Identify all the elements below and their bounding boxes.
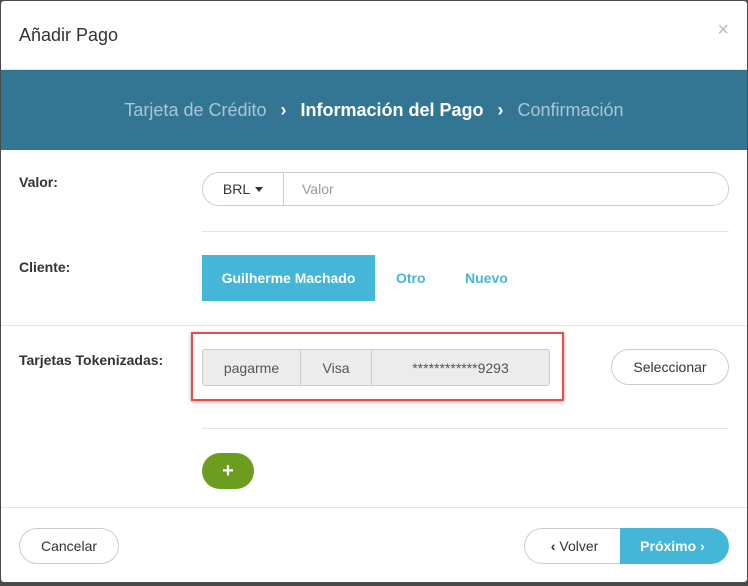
cancel-button[interactable]: Cancelar bbox=[19, 528, 119, 564]
divider bbox=[202, 428, 729, 429]
step-confirmation: Confirmación bbox=[517, 99, 624, 120]
currency-dropdown[interactable]: BRL bbox=[203, 173, 284, 205]
chevron-right-icon: › bbox=[497, 99, 504, 120]
step-payment-info: Información del Pago bbox=[300, 99, 484, 120]
highlight-box bbox=[191, 332, 564, 401]
valor-input[interactable] bbox=[284, 173, 728, 205]
client-selected-button[interactable]: Guilherme Machado bbox=[202, 255, 375, 301]
add-payment-modal: Añadir Pago × Tarjeta de Crédito › Infor… bbox=[1, 1, 747, 582]
wizard-steps: Tarjeta de Crédito › Información del Pag… bbox=[1, 70, 747, 150]
chevron-right-icon: › bbox=[280, 99, 287, 120]
back-button[interactable]: ‹ Volver bbox=[524, 528, 620, 564]
select-card-button[interactable]: Seleccionar bbox=[611, 349, 729, 385]
client-otro-link[interactable]: Otro bbox=[396, 255, 426, 301]
divider bbox=[202, 231, 729, 232]
currency-value: BRL bbox=[222, 181, 251, 197]
divider bbox=[1, 325, 747, 326]
chevron-right-icon: › bbox=[700, 538, 705, 554]
modal-title: Añadir Pago bbox=[19, 25, 119, 45]
next-label: Próximo bbox=[640, 538, 697, 554]
client-nuevo-link[interactable]: Nuevo bbox=[465, 255, 508, 301]
modal-header: Añadir Pago × bbox=[1, 1, 747, 70]
next-button[interactable]: Próximo › bbox=[620, 528, 729, 564]
background-overlay bbox=[0, 582, 748, 586]
plus-icon: + bbox=[222, 459, 234, 482]
valor-label: Valor: bbox=[19, 174, 58, 190]
add-card-button[interactable]: + bbox=[202, 453, 254, 489]
chevron-left-icon: ‹ bbox=[550, 538, 556, 554]
step-credit-card: Tarjeta de Crédito bbox=[124, 99, 267, 120]
valor-input-group: BRL bbox=[202, 172, 729, 206]
close-icon[interactable]: × bbox=[717, 19, 729, 42]
wizard-nav: ‹ Volver Próximo › bbox=[524, 528, 729, 564]
tarjetas-label: Tarjetas Tokenizadas: bbox=[19, 352, 164, 368]
caret-down-icon bbox=[255, 186, 264, 192]
back-label: Volver bbox=[559, 538, 599, 554]
modal-footer-divider bbox=[1, 507, 747, 508]
cliente-label: Cliente: bbox=[19, 259, 71, 275]
